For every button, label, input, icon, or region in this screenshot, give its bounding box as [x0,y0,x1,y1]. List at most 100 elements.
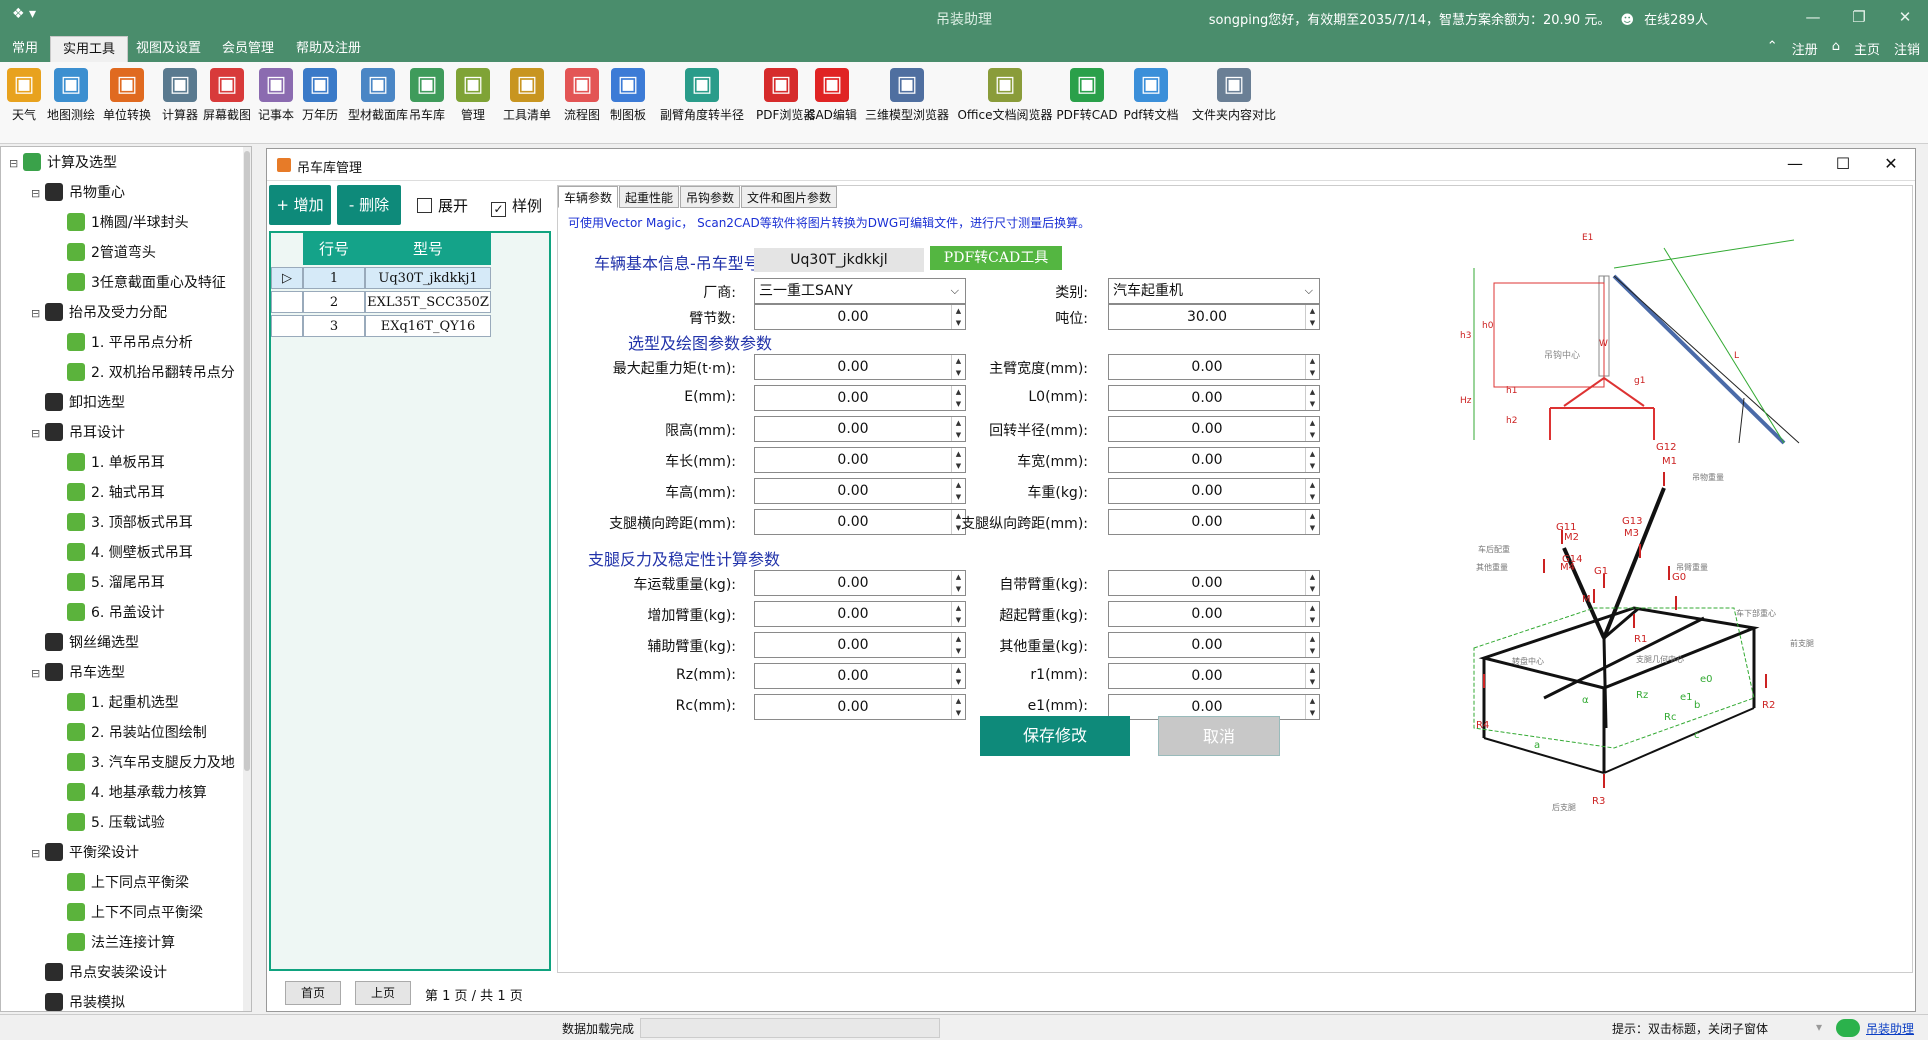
tree-toggle-icon[interactable]: ⊟ [31,420,45,448]
toolbar-drawing-board-button[interactable]: ▣ 制图板 [606,66,650,138]
toolbar-model3d-button[interactable]: ▣ 三维模型浏览器 [860,66,954,138]
field-right-0[interactable]: 0.00 ▲ ▼ [1108,354,1320,380]
row-indicator[interactable] [271,315,303,337]
toolbar-angle-radius-button[interactable]: ▣ 副臂角度转半径 [650,66,754,138]
toolbar-folder-compare-button[interactable]: ▣ 文件夹内容对比 [1186,66,1282,138]
tree-node[interactable]: ⊟ 吊耳设计 [31,419,125,447]
toolbar-cad-button[interactable]: ▣ CAD编辑 [806,66,858,138]
field-right-5[interactable]: 0.00 ▲ ▼ [1108,509,1320,535]
window-minimize-button[interactable]: — [1771,149,1819,181]
field-right2-1[interactable]: 0.00 ▲ ▼ [1108,601,1320,627]
toolbar-pdf-to-doc-button[interactable]: ▣ Pdf转文档 [1120,66,1182,138]
tree-node[interactable]: ⊟ 计算及选型 [9,149,117,177]
tonnage-spinner-spinner[interactable]: ▲ ▼ [1305,305,1319,329]
field-right2-3-spinner[interactable]: ▲ ▼ [1305,664,1319,688]
field-right2-1-spinner[interactable]: ▲ ▼ [1305,602,1319,626]
row-model-cell[interactable]: Uq30T_jkdkkj1 [365,267,491,289]
row-index-cell[interactable]: 2 [303,291,365,313]
tab-vehicle-params[interactable]: 车辆参数 [558,186,619,208]
tree-node[interactable]: 卸扣选型 [31,389,125,417]
toolbar-profile-button[interactable]: ▣ 型材截面库 [348,66,408,138]
field-right-5-spinner[interactable]: ▲ ▼ [1305,510,1319,534]
field-left-3[interactable]: 0.00 ▲ ▼ [754,447,966,473]
prev-page-button[interactable]: 上页 [355,981,411,1005]
tree-toggle-icon[interactable]: ⊟ [9,150,23,178]
pdf-to-cad-button[interactable]: PDF转CAD工具 [930,246,1062,270]
field-left-0-spinner[interactable]: ▲ ▼ [951,355,965,379]
tree-node[interactable]: 2. 轴式吊耳 [53,479,165,507]
tree-node[interactable]: 1椭圆/半球封头 [53,209,189,237]
field-left-5[interactable]: 0.00 ▲ ▼ [754,509,966,535]
delete-button[interactable]: - 删除 [337,185,401,225]
first-page-button[interactable]: 首页 [285,981,341,1005]
field-right-3-spinner[interactable]: ▲ ▼ [1305,448,1319,472]
tab-lifting-performance[interactable]: 起重性能 [619,186,680,208]
tree-node[interactable]: 3任意截面重心及特征 [53,269,226,297]
field-right-3[interactable]: 0.00 ▲ ▼ [1108,447,1320,473]
toolbar-office-button[interactable]: ▣ Office文档阅览器 [956,66,1054,138]
collapse-ribbon-icon[interactable]: ⌃ [1767,39,1778,58]
field-left-0[interactable]: 0.00 ▲ ▼ [754,354,966,380]
tree-node[interactable]: 4. 地基承载力核算 [53,779,207,807]
type-select[interactable]: 汽车起重机 ⌵ [1108,278,1320,304]
field-left2-4-spinner[interactable]: ▲ ▼ [951,695,965,719]
menu-view[interactable]: 视图及设置 [124,36,213,62]
toolbar-map-button[interactable]: ▣ 地图测绘 [44,66,98,138]
maximize-button[interactable]: ❐ [1836,0,1882,36]
app-menu-icon[interactable]: ❖ ▾ [12,6,36,22]
tree-node[interactable]: 上下同点平衡梁 [53,869,189,897]
toolbar-unit-convert-button[interactable]: ▣ 单位转换 [98,66,156,138]
field-left2-3-spinner[interactable]: ▲ ▼ [951,664,965,688]
menu-common[interactable]: 常用 [0,36,50,62]
minimize-button[interactable]: — [1790,0,1836,36]
field-left2-3[interactable]: 0.00 ▲ ▼ [754,663,966,689]
tab-file-image-params[interactable]: 文件和图片参数 [741,186,838,208]
field-left2-0-spinner[interactable]: ▲ ▼ [951,571,965,595]
home-link[interactable]: 主页 [1854,39,1880,58]
row-indicator[interactable] [271,291,303,313]
register-link[interactable]: 注册 [1792,39,1818,58]
field-left2-4[interactable]: 0.00 ▲ ▼ [754,694,966,720]
tree-node[interactable]: 3. 汽车吊支腿反力及地 [53,749,235,777]
tree-toggle-icon[interactable]: ⊟ [31,180,45,208]
field-left-2[interactable]: 0.00 ▲ ▼ [754,416,966,442]
status-dropdown-icon[interactable]: ▾ [1816,1020,1822,1034]
toolbar-pdf-to-cad-button[interactable]: ▣ PDF转CAD [1056,66,1118,138]
cancel-button[interactable]: 取消 [1158,716,1280,756]
field-right2-2-spinner[interactable]: ▲ ▼ [1305,633,1319,657]
tree-node[interactable]: 吊点安装梁设计 [31,959,167,987]
tab-hook-params[interactable]: 吊钩参数 [680,186,741,208]
tree-node[interactable]: 5. 压载试验 [53,809,165,837]
tree-node[interactable]: ⊟ 抬吊及受力分配 [31,299,167,327]
tree-node[interactable]: 1. 单板吊耳 [53,449,165,477]
row-indicator[interactable]: ▷ [271,267,303,289]
field-right-4[interactable]: 0.00 ▲ ▼ [1108,478,1320,504]
window-maximize-button[interactable]: ☐ [1819,149,1867,181]
tree-node[interactable]: 吊装模拟 [31,989,125,1011]
field-right2-2[interactable]: 0.00 ▲ ▼ [1108,632,1320,658]
tree-node[interactable]: 6. 吊盖设计 [53,599,165,627]
field-right-2-spinner[interactable]: ▲ ▼ [1305,417,1319,441]
tree-node[interactable]: 3. 顶部板式吊耳 [53,509,193,537]
toolbar-notepad-button[interactable]: ▣ 记事本 [254,66,298,138]
add-button[interactable]: + 增加 [269,185,331,225]
field-left-1-spinner[interactable]: ▲ ▼ [951,386,965,410]
tree-scrollbar[interactable] [243,147,251,1011]
tree-node[interactable]: 1. 起重机选型 [53,689,179,717]
col-header-index[interactable]: 行号 [303,233,365,265]
row-model-cell[interactable]: EXL35T_SCC350Z [365,291,491,313]
expand-checkbox[interactable]: 展开 [417,195,468,216]
field-left-4-spinner[interactable]: ▲ ▼ [951,479,965,503]
tree-node[interactable]: 上下不同点平衡梁 [53,899,203,927]
tree-toggle-icon[interactable]: ⊟ [31,300,45,328]
toolbar-screenshot-button[interactable]: ▣ 屏幕截图 [200,66,254,138]
toolbar-crane-lib-button[interactable]: ▣ 吊车库 [406,66,448,138]
field-left-4[interactable]: 0.00 ▲ ▼ [754,478,966,504]
row-index-cell[interactable]: 3 [303,315,365,337]
window-close-button[interactable]: ✕ [1867,149,1915,181]
row-index-cell[interactable]: 1 [303,267,365,289]
tree-node[interactable]: 钢丝绳选型 [31,629,139,657]
tree-node[interactable]: 5. 溜尾吊耳 [53,569,165,597]
close-button[interactable]: ✕ [1882,0,1928,36]
field-right-4-spinner[interactable]: ▲ ▼ [1305,479,1319,503]
